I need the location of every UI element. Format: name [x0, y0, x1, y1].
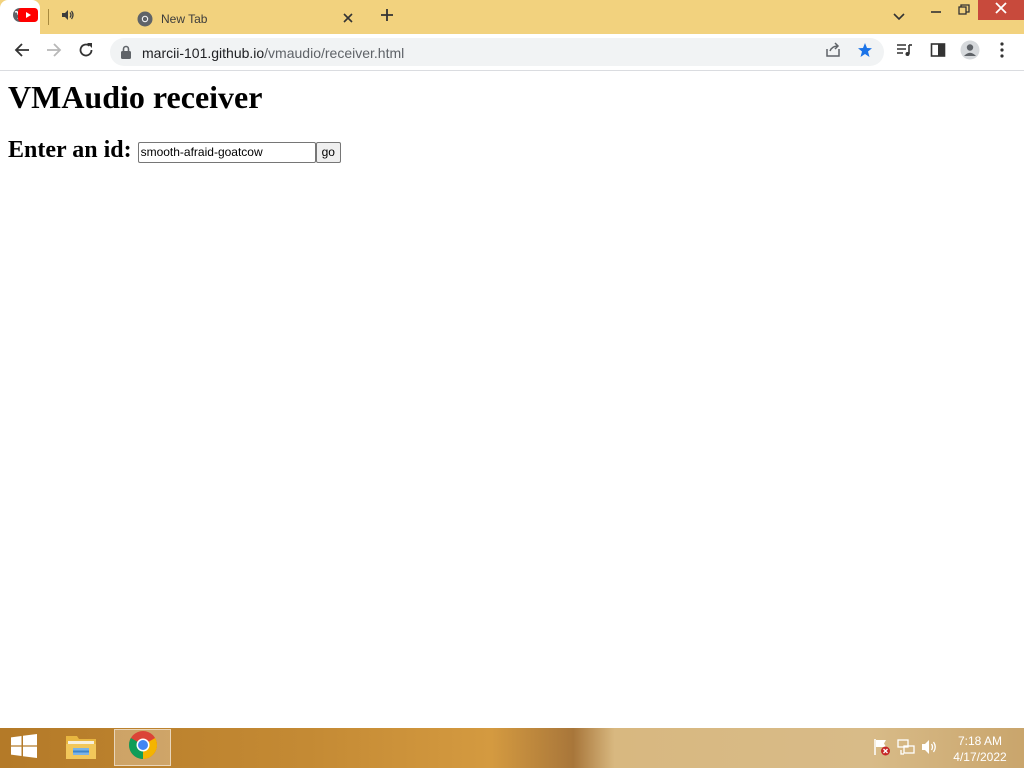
restore-button[interactable]: [950, 0, 978, 24]
profile-button[interactable]: [958, 40, 982, 64]
kebab-menu-icon: [1000, 41, 1004, 63]
avatar-icon: [960, 40, 980, 65]
tab-new-tab[interactable]: New Tab: [127, 4, 365, 34]
chrome-icon: [137, 11, 153, 32]
tab-title: New Tab: [161, 12, 208, 26]
plus-icon: [380, 8, 394, 27]
url-domain: marcii-101.github.io: [142, 45, 265, 61]
network-tray[interactable]: [897, 738, 915, 761]
volume-tray[interactable]: [921, 738, 939, 761]
tab-youtube[interactable]: [8, 0, 48, 34]
volume-icon: [921, 738, 939, 761]
side-panel-button[interactable]: [926, 40, 950, 64]
playlist-icon: [896, 42, 914, 63]
close-icon: [995, 1, 1007, 19]
new-tab-button[interactable]: [374, 5, 400, 29]
arrow-right-icon: [46, 42, 62, 63]
restore-icon: [958, 3, 970, 21]
speaker-icon: [61, 8, 75, 27]
side-panel-icon: [930, 42, 946, 63]
tab-strip: New Tab: [0, 0, 1024, 34]
lock-icon[interactable]: [120, 45, 132, 64]
url-text[interactable]: marcii-101.github.io/vmaudio/receiver.ht…: [142, 45, 404, 61]
clock[interactable]: 7:18 AM 4/17/2022: [944, 733, 1016, 765]
minimize-button[interactable]: [922, 0, 950, 24]
page-title: VMAudio receiver: [8, 79, 263, 115]
chrome-taskbar-button[interactable]: [114, 729, 171, 766]
page-content: VMAudio receiver Enter an id: go: [0, 71, 1024, 728]
menu-button[interactable]: [990, 40, 1014, 64]
clock-date: 4/17/2022: [953, 750, 1007, 764]
close-tab-icon[interactable]: [341, 11, 355, 30]
browser-toolbar: marcii-101.github.io/vmaudio/receiver.ht…: [0, 34, 1024, 71]
id-form: Enter an id: go: [8, 137, 341, 164]
minimize-icon: [931, 3, 941, 21]
reload-button[interactable]: [72, 38, 100, 66]
action-center-tray[interactable]: [873, 738, 891, 761]
share-button[interactable]: [822, 41, 844, 63]
bookmark-button[interactable]: [854, 42, 876, 62]
file-explorer-button[interactable]: [56, 728, 106, 768]
reload-icon: [78, 42, 94, 63]
go-button[interactable]: go: [315, 141, 341, 163]
chevron-down-icon: [893, 8, 905, 26]
taskbar: 7:18 AM 4/17/2022: [0, 728, 1024, 768]
back-button[interactable]: [8, 38, 36, 66]
windows-logo-icon: [11, 733, 37, 763]
tab-audio[interactable]: [49, 0, 87, 34]
star-icon: [857, 42, 873, 63]
tab-search-button[interactable]: [886, 5, 912, 29]
chrome-logo-icon: [128, 730, 158, 765]
media-control-button[interactable]: [893, 40, 917, 64]
forward-button[interactable]: [40, 38, 68, 66]
url-path: /vmaudio/receiver.html: [264, 45, 405, 61]
close-window-button[interactable]: [978, 0, 1024, 20]
id-input[interactable]: [137, 141, 316, 163]
youtube-icon: [18, 7, 38, 27]
clock-time: 7:18 AM: [957, 734, 1003, 748]
start-button[interactable]: [0, 728, 48, 768]
folder-icon: [65, 732, 97, 765]
share-icon: [825, 41, 841, 63]
address-bar[interactable]: marcii-101.github.io/vmaudio/receiver.ht…: [110, 38, 884, 66]
id-label: Enter an id:: [8, 137, 132, 163]
flag-alert-icon: [873, 738, 891, 761]
arrow-left-icon: [14, 42, 30, 63]
network-icon: [897, 738, 915, 761]
